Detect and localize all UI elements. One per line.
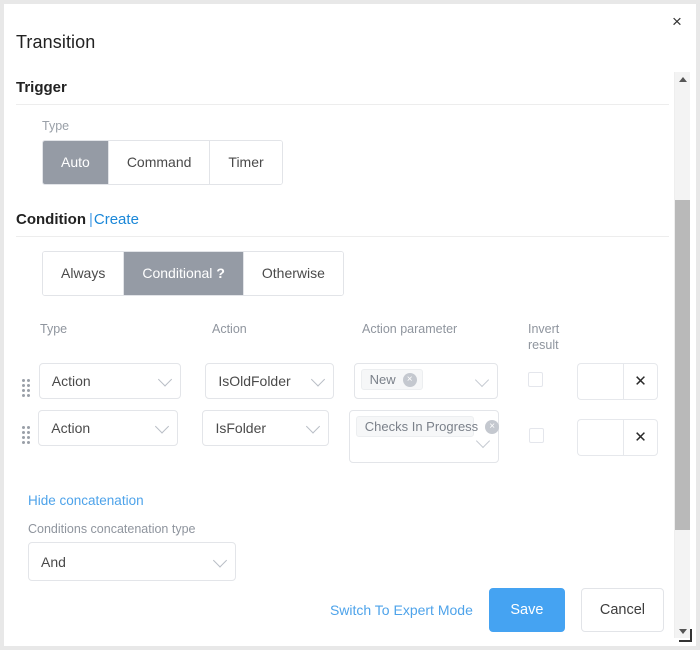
cancel-button[interactable]: Cancel: [580, 588, 664, 632]
resize-grip-icon[interactable]: [678, 628, 692, 642]
row-2-invert-cell: [528, 410, 577, 444]
trigger-type-label: Type: [42, 119, 70, 133]
trigger-section-label: Trigger: [16, 79, 67, 96]
row-2-parameter-tag-label: Checks In Progress: [364, 419, 479, 435]
condition-option-always[interactable]: Always: [43, 252, 125, 295]
condition-option-conditional[interactable]: Conditional ?: [124, 252, 244, 295]
condition-option-conditional-badge: ?: [216, 265, 225, 281]
chevron-down-icon: [158, 372, 173, 387]
trigger-option-auto[interactable]: Auto: [43, 141, 109, 184]
chevron-down-icon: [474, 373, 489, 388]
column-header-parameter: Action parameter: [362, 322, 458, 336]
close-icon[interactable]: ×: [664, 8, 690, 34]
condition-table-header: Type Action Action parameter Invert resu…: [40, 322, 658, 353]
save-button[interactable]: Save: [488, 588, 565, 632]
row-2-delete-button[interactable]: ✕: [623, 419, 658, 457]
row-2-parameter-select[interactable]: Checks In Progress ×: [348, 410, 500, 464]
scrollbar-thumb[interactable]: [675, 200, 690, 530]
row-2-extra-input[interactable]: [577, 419, 623, 457]
condition-option-otherwise[interactable]: Otherwise: [243, 252, 343, 295]
column-header-action: Action: [212, 322, 247, 336]
row-1-invert-cell: [527, 363, 577, 388]
chevron-down-icon: [310, 372, 325, 387]
trigger-type-group: Auto Command Timer: [42, 140, 283, 185]
row-1-delete-button[interactable]: ✕: [623, 363, 658, 401]
row-1-type-value: Action: [51, 373, 91, 390]
transition-dialog: × Transition Trigger Type Auto Command T…: [4, 4, 696, 646]
row-1-parameter-tag-label: New: [369, 372, 396, 388]
dialog-footer: Switch To Expert Mode Save Cancel: [4, 588, 670, 632]
row-1-delete-group: ✕: [577, 363, 658, 401]
row-1-parameter-tag-remove-icon[interactable]: ×: [402, 372, 417, 387]
row-2-action-select[interactable]: IsFolder: [202, 410, 329, 447]
concatenation-type-value: And: [41, 553, 66, 570]
chevron-down-icon: [475, 434, 490, 449]
row-1-parameter-select[interactable]: New ×: [353, 363, 498, 400]
trigger-section-title: Trigger: [16, 79, 669, 105]
condition-option-conditional-label: Conditional: [142, 265, 213, 281]
trigger-option-timer[interactable]: Timer: [210, 141, 282, 184]
trigger-option-command[interactable]: Command: [108, 141, 211, 184]
vertical-scrollbar[interactable]: [674, 72, 690, 638]
row-1-action-value: IsOldFolder: [218, 373, 291, 390]
drag-handle-icon[interactable]: [16, 410, 38, 445]
chevron-down-icon: [155, 419, 170, 434]
row-2-invert-checkbox[interactable]: [528, 428, 544, 444]
row-2-parameter-tag: Checks In Progress ×: [355, 416, 500, 438]
switch-expert-mode-link[interactable]: Switch To Expert Mode: [330, 602, 473, 618]
drag-handle-icon[interactable]: [16, 363, 39, 398]
column-header-invert: Invert result: [528, 322, 560, 352]
table-row: Action IsOldFolder New × ✕: [16, 363, 658, 401]
condition-mode-group: Always Conditional ? Otherwise: [42, 251, 344, 296]
hide-concatenation-link[interactable]: Hide concatenation: [28, 493, 144, 508]
row-1-action-select[interactable]: IsOldFolder: [205, 363, 334, 400]
table-row: Action IsFolder Checks In Progress × ✕: [16, 410, 658, 464]
row-1-type-select[interactable]: Action: [38, 363, 182, 400]
row-2-parameter-tag-remove-icon[interactable]: ×: [485, 419, 500, 434]
concatenation-type-select[interactable]: And: [28, 542, 236, 582]
chevron-down-icon: [305, 419, 320, 434]
row-2-delete-group: ✕: [577, 419, 658, 457]
chevron-down-icon: [212, 553, 228, 568]
condition-section-label: Condition: [16, 211, 86, 228]
scroll-up-arrow-icon[interactable]: [675, 72, 690, 86]
dialog-content: Transition Trigger Type Auto Command Tim…: [4, 4, 669, 646]
page-title: Transition: [16, 32, 96, 52]
concatenation-type-label: Conditions concatenation type: [28, 522, 196, 537]
row-1-extra-input[interactable]: [577, 363, 623, 401]
condition-title-separator: |: [88, 211, 93, 228]
row-2-type-select[interactable]: Action: [38, 410, 179, 447]
row-2-type-value: Action: [51, 420, 91, 437]
condition-section-title: Condition |Create: [16, 211, 669, 237]
column-header-type: Type: [40, 322, 68, 336]
condition-create-link[interactable]: Create: [94, 211, 139, 228]
row-2-action-value: IsFolder: [215, 420, 267, 437]
row-1-invert-checkbox[interactable]: [527, 372, 543, 388]
row-1-parameter-tag: New ×: [360, 369, 423, 391]
